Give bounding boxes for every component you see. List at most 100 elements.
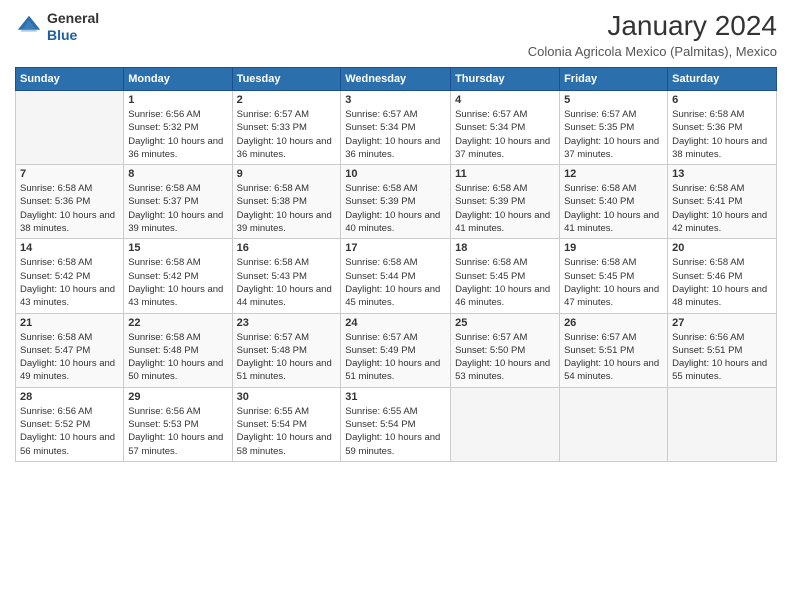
day-info: Sunrise: 6:58 AMSunset: 5:37 PMDaylight:… [128, 182, 227, 235]
calendar-cell: 26 Sunrise: 6:57 AMSunset: 5:51 PMDayligh… [560, 313, 668, 387]
calendar-table: SundayMondayTuesdayWednesdayThursdayFrid… [15, 67, 777, 462]
day-number: 21 [20, 317, 119, 329]
day-number: 7 [20, 168, 119, 180]
calendar-cell: 24 Sunrise: 6:57 AMSunset: 5:49 PMDayligh… [341, 313, 451, 387]
calendar-cell: 21 Sunrise: 6:58 AMSunset: 5:47 PMDayligh… [16, 313, 124, 387]
calendar-cell: 31 Sunrise: 6:55 AMSunset: 5:54 PMDayligh… [341, 387, 451, 461]
day-number: 4 [455, 94, 555, 106]
day-info: Sunrise: 6:58 AMSunset: 5:40 PMDaylight:… [564, 182, 663, 235]
day-info: Sunrise: 6:57 AMSunset: 5:49 PMDaylight:… [345, 331, 446, 384]
day-info: Sunrise: 6:57 AMSunset: 5:33 PMDaylight:… [237, 108, 337, 161]
day-info: Sunrise: 6:57 AMSunset: 5:50 PMDaylight:… [455, 331, 555, 384]
calendar-cell: 22Sunrise: 6:58 AMSunset: 5:48 PMDayligh… [124, 313, 232, 387]
calendar-cell [668, 387, 777, 461]
calendar-header-wednesday: Wednesday [341, 68, 451, 91]
day-number: 17 [345, 242, 446, 254]
day-number: 5 [564, 94, 663, 106]
day-number: 3 [345, 94, 446, 106]
subtitle: Colonia Agricola Mexico (Palmitas), Mexi… [528, 44, 777, 59]
day-number: 25 [455, 317, 555, 329]
day-number: 19 [564, 242, 663, 254]
logo-blue: Blue [47, 27, 99, 44]
day-info: Sunrise: 6:58 AMSunset: 5:45 PMDaylight:… [564, 256, 663, 309]
day-number: 1 [128, 94, 227, 106]
calendar-header-saturday: Saturday [668, 68, 777, 91]
day-number: 18 [455, 242, 555, 254]
day-number: 12 [564, 168, 663, 180]
calendar-cell: 18Sunrise: 6:58 AMSunset: 5:45 PMDayligh… [451, 239, 560, 313]
calendar-cell: 16 Sunrise: 6:58 AMSunset: 5:43 PMDayligh… [232, 239, 341, 313]
calendar-cell: 4 Sunrise: 6:57 AMSunset: 5:34 PMDaylight… [451, 91, 560, 165]
day-info: Sunrise: 6:57 AMSunset: 5:51 PMDaylight:… [564, 331, 663, 384]
day-number: 6 [672, 94, 772, 106]
day-info: Sunrise: 6:55 AMSunset: 5:54 PMDaylight:… [237, 405, 337, 458]
day-info: Sunrise: 6:56 AMSunset: 5:53 PMDaylight:… [128, 405, 227, 458]
day-number: 11 [455, 168, 555, 180]
day-number: 10 [345, 168, 446, 180]
day-info: Sunrise: 6:58 AMSunset: 5:41 PMDaylight:… [672, 182, 772, 235]
calendar-cell: 6 Sunrise: 6:58 AMSunset: 5:36 PMDaylight… [668, 91, 777, 165]
calendar-cell: 17Sunrise: 6:58 AMSunset: 5:44 PMDayligh… [341, 239, 451, 313]
day-info: Sunrise: 6:58 AMSunset: 5:39 PMDaylight:… [455, 182, 555, 235]
day-info: Sunrise: 6:58 AMSunset: 5:48 PMDaylight:… [128, 331, 227, 384]
day-info: Sunrise: 6:56 AMSunset: 5:51 PMDaylight:… [672, 331, 772, 384]
calendar-header-tuesday: Tuesday [232, 68, 341, 91]
day-number: 31 [345, 391, 446, 403]
calendar-cell: 20Sunrise: 6:58 AMSunset: 5:46 PMDayligh… [668, 239, 777, 313]
calendar-cell: 2 Sunrise: 6:57 AMSunset: 5:33 PMDaylight… [232, 91, 341, 165]
title-block: January 2024 Colonia Agricola Mexico (Pa… [528, 10, 777, 59]
calendar-cell: 8Sunrise: 6:58 AMSunset: 5:37 PMDaylight… [124, 165, 232, 239]
day-info: Sunrise: 6:58 AMSunset: 5:39 PMDaylight:… [345, 182, 446, 235]
header: General Blue January 2024 Colonia Agrico… [15, 10, 777, 59]
day-info: Sunrise: 6:58 AMSunset: 5:42 PMDaylight:… [128, 256, 227, 309]
day-info: Sunrise: 6:57 AMSunset: 5:34 PMDaylight:… [345, 108, 446, 161]
day-number: 26 [564, 317, 663, 329]
logo-general: General [47, 10, 99, 27]
day-info: Sunrise: 6:57 AMSunset: 5:35 PMDaylight:… [564, 108, 663, 161]
day-number: 29 [128, 391, 227, 403]
calendar-cell: 29 Sunrise: 6:56 AMSunset: 5:53 PMDayligh… [124, 387, 232, 461]
calendar-week-2: 7 Sunrise: 6:58 AMSunset: 5:36 PMDaylight… [16, 165, 777, 239]
day-number: 20 [672, 242, 772, 254]
calendar-week-4: 21 Sunrise: 6:58 AMSunset: 5:47 PMDayligh… [16, 313, 777, 387]
day-info: Sunrise: 6:56 AMSunset: 5:32 PMDaylight:… [128, 108, 227, 161]
day-number: 24 [345, 317, 446, 329]
day-info: Sunrise: 6:58 AMSunset: 5:42 PMDaylight:… [20, 256, 119, 309]
calendar-header-row: SundayMondayTuesdayWednesdayThursdayFrid… [16, 68, 777, 91]
calendar-cell: 19 Sunrise: 6:58 AMSunset: 5:45 PMDayligh… [560, 239, 668, 313]
calendar-cell [560, 387, 668, 461]
day-number: 28 [20, 391, 119, 403]
day-number: 16 [237, 242, 337, 254]
calendar-cell: 3 Sunrise: 6:57 AMSunset: 5:34 PMDaylight… [341, 91, 451, 165]
calendar-cell: 30 Sunrise: 6:55 AMSunset: 5:54 PMDayligh… [232, 387, 341, 461]
calendar-cell: 28 Sunrise: 6:56 AMSunset: 5:52 PMDayligh… [16, 387, 124, 461]
calendar-week-5: 28 Sunrise: 6:56 AMSunset: 5:52 PMDayligh… [16, 387, 777, 461]
calendar-cell: 15 Sunrise: 6:58 AMSunset: 5:42 PMDayligh… [124, 239, 232, 313]
calendar-header-monday: Monday [124, 68, 232, 91]
day-number: 14 [20, 242, 119, 254]
day-info: Sunrise: 6:58 AMSunset: 5:43 PMDaylight:… [237, 256, 337, 309]
day-info: Sunrise: 6:58 AMSunset: 5:36 PMDaylight:… [672, 108, 772, 161]
calendar-cell: 27 Sunrise: 6:56 AMSunset: 5:51 PMDayligh… [668, 313, 777, 387]
calendar-cell: 1 Sunrise: 6:56 AMSunset: 5:32 PMDaylight… [124, 91, 232, 165]
day-number: 13 [672, 168, 772, 180]
calendar-header-thursday: Thursday [451, 68, 560, 91]
logo-icon [15, 13, 43, 41]
calendar-cell: 7 Sunrise: 6:58 AMSunset: 5:36 PMDaylight… [16, 165, 124, 239]
calendar-cell: 23Sunrise: 6:57 AMSunset: 5:48 PMDayligh… [232, 313, 341, 387]
day-number: 15 [128, 242, 227, 254]
day-info: Sunrise: 6:58 AMSunset: 5:47 PMDaylight:… [20, 331, 119, 384]
calendar-cell: 11 Sunrise: 6:58 AMSunset: 5:39 PMDayligh… [451, 165, 560, 239]
calendar-cell [16, 91, 124, 165]
calendar-cell: 10 Sunrise: 6:58 AMSunset: 5:39 PMDayligh… [341, 165, 451, 239]
calendar-cell: 12 Sunrise: 6:58 AMSunset: 5:40 PMDayligh… [560, 165, 668, 239]
calendar-cell: 5 Sunrise: 6:57 AMSunset: 5:35 PMDaylight… [560, 91, 668, 165]
day-info: Sunrise: 6:58 AMSunset: 5:36 PMDaylight:… [20, 182, 119, 235]
day-number: 30 [237, 391, 337, 403]
day-info: Sunrise: 6:56 AMSunset: 5:52 PMDaylight:… [20, 405, 119, 458]
day-number: 2 [237, 94, 337, 106]
day-info: Sunrise: 6:55 AMSunset: 5:54 PMDaylight:… [345, 405, 446, 458]
day-number: 27 [672, 317, 772, 329]
calendar-cell: 14 Sunrise: 6:58 AMSunset: 5:42 PMDayligh… [16, 239, 124, 313]
day-info: Sunrise: 6:57 AMSunset: 5:34 PMDaylight:… [455, 108, 555, 161]
